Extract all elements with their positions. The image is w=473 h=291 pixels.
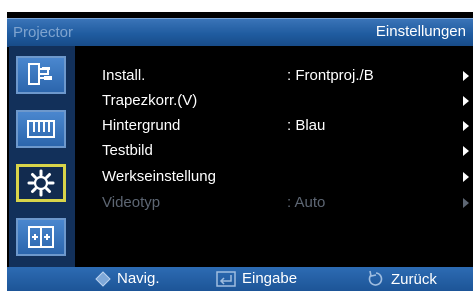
- menu-item-value: : Auto: [287, 194, 326, 211]
- osd-menu-window: Projector Einstellungen Install.: Front…: [7, 12, 473, 291]
- menu-item-label: Testbild: [102, 142, 153, 159]
- sidebar-item-input[interactable]: [16, 56, 66, 94]
- app-title: Projector: [13, 24, 74, 41]
- menu-title: Einstellungen: [375, 23, 466, 40]
- enter-hint: Eingabe: [216, 270, 297, 287]
- menu-item-keystone[interactable]: Trapezkorr.(V): [75, 88, 473, 114]
- menu-item-label: Hintergrund: [102, 117, 181, 134]
- menu-item-value: : Frontproj./B: [287, 67, 374, 84]
- input-source-icon: [28, 63, 52, 85]
- navigate-diamond-icon: [95, 270, 111, 287]
- chevron-right-icon: [463, 198, 469, 208]
- enter-label: Eingabe: [242, 270, 298, 287]
- menu-item-label: Trapezkorr.(V): [102, 92, 198, 109]
- chevron-right-icon: [463, 71, 469, 81]
- chevron-right-icon: [463, 121, 469, 131]
- menu-item-test-pattern[interactable]: Testbild: [75, 138, 473, 164]
- sidebar-item-screen[interactable]: [16, 218, 66, 256]
- gear-icon: [27, 169, 55, 197]
- menu-item-label: Videotyp: [102, 194, 161, 211]
- chevron-right-icon: [463, 96, 469, 106]
- navigate-hint: Navig.: [95, 270, 160, 287]
- category-sidebar: [9, 46, 75, 267]
- menu-item-install[interactable]: Install. : Frontproj./B: [75, 63, 473, 89]
- title-bar: Projector Einstellungen: [7, 18, 473, 47]
- enter-icon: [216, 270, 236, 287]
- menu-item-value: : Blau: [287, 117, 326, 134]
- screen-adjust-icon: [28, 226, 54, 248]
- footer-hint-bar: Navig. Eingabe Zurück: [7, 267, 473, 291]
- return-arrow-icon: [368, 270, 383, 286]
- sidebar-item-picture[interactable]: [16, 110, 66, 148]
- chevron-right-icon: [463, 146, 469, 156]
- navigate-label: Navig.: [117, 270, 160, 287]
- picture-icon: [27, 120, 55, 138]
- menu-item-video-type: Videotyp : Auto: [75, 190, 473, 216]
- menu-item-factory-reset[interactable]: Werkseinstellung: [75, 164, 473, 190]
- menu-item-label: Install.: [102, 67, 146, 84]
- back-hint: Zurück: [367, 270, 437, 288]
- chevron-right-icon: [463, 172, 469, 182]
- settings-menu-list: Install. : Frontproj./B Trapezkorr.(V) H…: [75, 46, 473, 267]
- menu-item-background[interactable]: Hintergrund : Blau: [75, 113, 473, 139]
- menu-item-label: Werkseinstellung: [102, 168, 216, 185]
- back-label: Zurück: [391, 270, 437, 288]
- sidebar-item-settings[interactable]: [16, 164, 66, 202]
